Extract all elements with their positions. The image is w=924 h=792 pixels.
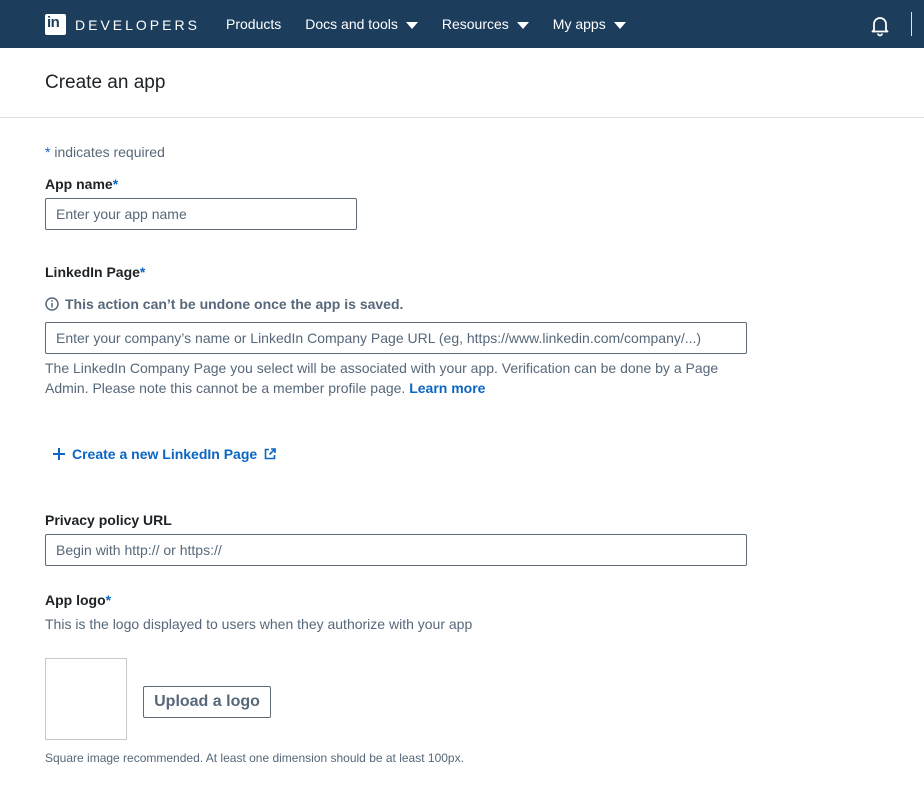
chevron-down-icon [516, 21, 529, 29]
page-title: Create an app [45, 72, 166, 93]
create-linkedin-page-link[interactable]: Create a new LinkedIn Page [52, 446, 277, 462]
app-name-input[interactable] [45, 198, 357, 230]
required-asterisk: * [45, 144, 51, 160]
brand-wordmark: DEVELOPERS [75, 16, 200, 33]
create-linkedin-page-label: Create a new LinkedIn Page [72, 446, 258, 462]
nav-item-label: My apps [552, 16, 606, 32]
linkedin-page-label: LinkedIn Page* [45, 264, 145, 280]
linkedin-page-help-text: The LinkedIn Company Page you select wil… [45, 360, 719, 396]
upload-logo-button[interactable]: Upload a logo [143, 686, 271, 718]
bell-icon[interactable] [868, 13, 892, 37]
linkedin-page-input[interactable] [45, 322, 747, 354]
info-icon [45, 297, 59, 311]
main-nav: Products Docs and tools Resources My app… [226, 0, 650, 48]
chevron-down-icon [613, 21, 626, 29]
privacy-policy-label: Privacy policy URL [45, 512, 172, 528]
linkedin-icon: in [45, 14, 66, 35]
required-note-text: indicates required [54, 144, 165, 160]
required-asterisk: * [105, 592, 112, 608]
warning-text: This action can’t be undone once the app… [65, 296, 404, 312]
nav-item-resources[interactable]: Resources [442, 16, 529, 32]
learn-more-link[interactable]: Learn more [409, 380, 485, 396]
nav-item-my-apps[interactable]: My apps [553, 16, 626, 32]
app-name-label: App name* [45, 176, 118, 192]
logo-hint: Square image recommended. At least one d… [45, 751, 464, 765]
required-note: * indicates required [45, 144, 165, 160]
nav-item-docs-and-tools[interactable]: Docs and tools [305, 16, 418, 32]
nav-item-products[interactable]: Products [226, 16, 281, 32]
nav-item-label: Resources [441, 16, 509, 32]
app-logo-label: App logo* [45, 592, 111, 608]
privacy-policy-url-input[interactable] [45, 534, 747, 566]
required-asterisk: * [139, 264, 146, 280]
nav-item-label: Docs and tools [305, 16, 398, 32]
logo-preview [45, 658, 127, 740]
topbar-divider [911, 12, 912, 36]
linkedin-page-help: The LinkedIn Company Page you select wil… [45, 358, 755, 398]
nav-item-label: Products [226, 16, 282, 32]
external-link-icon [264, 448, 276, 460]
top-navigation-bar: in DEVELOPERS Products Docs and tools Re… [0, 0, 924, 48]
privacy-policy-label-text: Privacy policy URL [45, 512, 172, 528]
linkedin-page-label-text: LinkedIn Page [45, 264, 140, 280]
app-name-label-text: App name [45, 176, 113, 192]
app-logo-label-text: App logo [45, 592, 106, 608]
page-header: Create an app [0, 48, 924, 118]
plus-icon [53, 448, 65, 460]
linkedin-developers-logo[interactable]: in DEVELOPERS [45, 14, 200, 35]
app-logo-description: This is the logo displayed to users when… [45, 616, 473, 632]
required-asterisk: * [112, 176, 119, 192]
linkedin-page-warning: This action can’t be undone once the app… [45, 296, 403, 312]
chevron-down-icon [405, 21, 418, 29]
